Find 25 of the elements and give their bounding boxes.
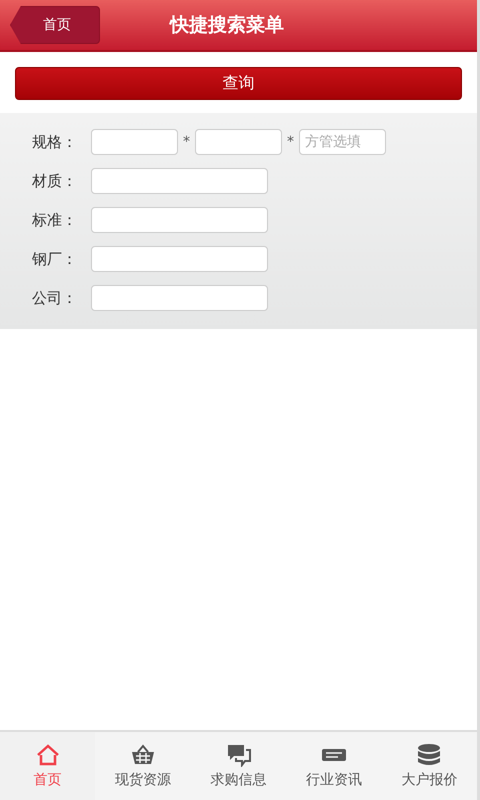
query-button[interactable]: 查询	[15, 67, 462, 100]
page-title: 快捷搜索菜单	[170, 14, 284, 36]
input-field[interactable]	[91, 285, 268, 311]
back-button[interactable]: 首页	[10, 6, 100, 44]
field-label: 公司：	[32, 288, 78, 308]
database-icon	[416, 743, 442, 767]
home-icon	[34, 743, 61, 767]
tab-bar-item[interactable]: 求购信息	[190, 732, 286, 800]
input-field[interactable]	[91, 207, 268, 233]
input-field[interactable]	[91, 129, 178, 155]
separator-mark: *	[183, 134, 190, 150]
field-label: 规格：	[32, 132, 78, 152]
input-field[interactable]	[91, 246, 268, 272]
input-field[interactable]	[91, 168, 268, 194]
tab-bar-item[interactable]: 大户报价	[382, 732, 478, 800]
tab-bar-item[interactable]: 行业资讯	[286, 732, 382, 800]
input-field[interactable]	[195, 129, 282, 155]
field-label: 钢厂：	[32, 250, 78, 268]
basket-icon	[130, 743, 156, 767]
input-field[interactable]: 方管选填	[299, 129, 386, 155]
chat-icon	[226, 743, 252, 767]
field-label: 材质：	[32, 172, 78, 190]
tab-bar-item[interactable]: 现货资源	[95, 732, 191, 800]
separator-mark: *	[287, 134, 294, 150]
field-label: 标准：	[32, 210, 78, 230]
